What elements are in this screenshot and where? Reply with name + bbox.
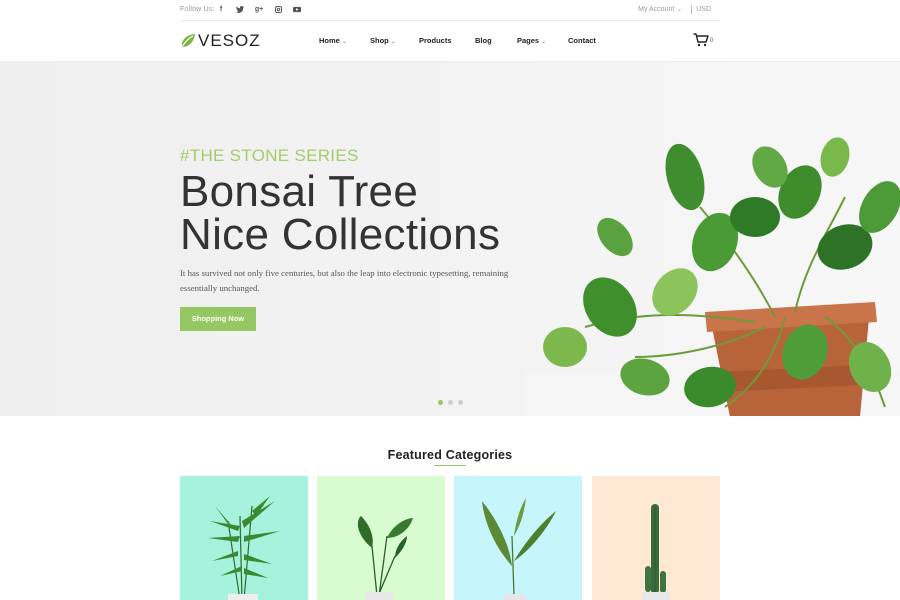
main-header: VESOZ Home ⌄ Shop ⌄ Products Blog Pages ⌄ C…	[0, 21, 900, 62]
slider-dot[interactable]	[438, 400, 443, 405]
my-account-label: My Account	[638, 6, 675, 13]
nav-blog[interactable]: Blog	[475, 36, 492, 45]
top-bar-inner: Follow Us: f g+ My Account ⌄ USD	[180, 0, 720, 21]
nav-contact[interactable]: Contact	[568, 36, 596, 45]
nav-home-label: Home	[319, 36, 340, 45]
category-card[interactable]	[180, 476, 308, 600]
chevron-down-icon: ⌄	[341, 39, 347, 45]
facebook-icon[interactable]: f	[217, 4, 225, 15]
chevron-down-icon: ⌄	[541, 39, 547, 45]
nav-products[interactable]: Products	[419, 36, 452, 45]
twitter-icon[interactable]	[236, 4, 244, 15]
google-plus-icon[interactable]: g+	[255, 4, 263, 15]
broadleaf-plant-image	[317, 476, 445, 600]
social-links: f g+	[217, 4, 301, 15]
slider-dots	[438, 400, 463, 405]
chevron-down-icon: ⌄	[390, 39, 396, 45]
youtube-icon[interactable]	[293, 4, 301, 15]
slider-dot[interactable]	[458, 400, 463, 405]
title-underline	[434, 465, 466, 466]
nav-pages[interactable]: Pages ⌄	[517, 36, 546, 45]
hero-title: Bonsai Tree Nice Collections	[180, 167, 501, 259]
divider	[691, 5, 692, 14]
nav-pages-label: Pages	[517, 36, 540, 45]
nav-products-label: Products	[419, 36, 452, 45]
top-bar: Follow Us: f g+ My Account ⌄ USD	[0, 0, 900, 21]
featured-categories-title: Featured Categories	[387, 448, 513, 462]
nav-blog-label: Blog	[475, 36, 492, 45]
main-nav: Home ⌄ Shop ⌄ Products Blog Pages ⌄ Contact	[0, 36, 900, 48]
hero-tag: #THE STONE SERIES	[180, 146, 359, 165]
chevron-down-icon: ⌄	[675, 7, 682, 13]
cactus-plant-image	[592, 476, 720, 600]
slider-dot[interactable]	[448, 400, 453, 405]
nav-shop[interactable]: Shop ⌄	[370, 36, 396, 45]
sprout-plant-image	[454, 476, 582, 600]
nav-shop-label: Shop	[370, 36, 389, 45]
follow-us-label: Follow Us:	[180, 6, 215, 13]
hero-plant-image	[525, 137, 900, 416]
hero-title-line-2: Nice Collections	[180, 210, 501, 259]
cart-icon[interactable]	[693, 33, 709, 47]
nav-home[interactable]: Home ⌄	[319, 36, 347, 45]
hero-title-line-1: Bonsai Tree	[180, 167, 419, 216]
hero-description: It has survived not only five centuries,…	[180, 268, 509, 293]
category-card[interactable]	[454, 476, 582, 600]
palm-plant-image	[180, 476, 308, 600]
cart-count: 0	[710, 38, 714, 44]
my-account-menu[interactable]: My Account ⌄	[638, 6, 682, 13]
nav-contact-label: Contact	[568, 36, 596, 45]
shopping-now-button[interactable]: Shopping Now	[180, 307, 256, 331]
instagram-icon[interactable]	[274, 4, 282, 15]
hero-slider: #THE STONE SERIES Bonsai Tree Nice Colle…	[0, 62, 900, 416]
currency-selector[interactable]: USD	[696, 6, 711, 13]
category-card[interactable]	[317, 476, 445, 600]
category-card[interactable]	[592, 476, 720, 600]
